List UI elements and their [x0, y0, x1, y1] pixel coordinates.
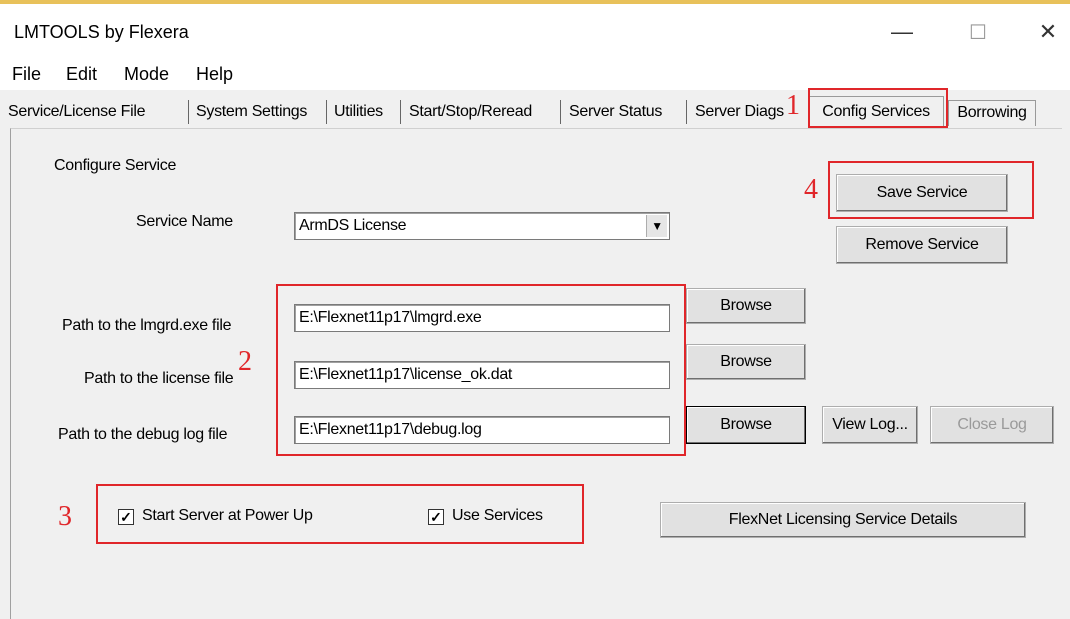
remove-service-button[interactable]: Remove Service [836, 226, 1008, 264]
flexnet-service-details-button[interactable]: FlexNet Licensing Service Details [660, 502, 1026, 538]
lmgrd-path-label: Path to the lmgrd.exe file [62, 317, 232, 334]
tab-separator [560, 100, 561, 124]
annotation-number-3: 3 [58, 501, 72, 532]
service-name-value: ArmDS License [299, 217, 407, 234]
menu-edit[interactable]: Edit [66, 64, 97, 85]
tab-server-diags[interactable]: Server Diags [695, 98, 784, 126]
browse-lmgrd-button[interactable]: Browse [686, 288, 806, 324]
view-log-button[interactable]: View Log... [822, 406, 918, 444]
license-path-label: Path to the license file [84, 370, 234, 387]
tab-service-license-file[interactable]: Service/License File [8, 98, 145, 126]
tab-separator [400, 100, 401, 124]
lmtools-window: LMTOOLS by Flexera — ☐ ✕ File Edit Mode … [0, 0, 1070, 619]
tab-utilities[interactable]: Utilities [334, 98, 383, 126]
annotation-number-2: 2 [238, 346, 252, 377]
tab-system-settings[interactable]: System Settings [196, 98, 307, 126]
annotation-box-2 [276, 284, 686, 456]
menu-bar: File Edit Mode Help [0, 58, 1070, 90]
minimize-icon[interactable]: — [880, 10, 924, 54]
annotation-number-4: 4 [804, 174, 818, 205]
menu-help[interactable]: Help [196, 64, 233, 85]
annotation-box-1 [808, 88, 948, 128]
tab-borrowing[interactable]: Borrowing [948, 100, 1036, 126]
annotation-number-1: 1 [786, 90, 800, 121]
debug-log-path-label: Path to the debug log file [58, 426, 228, 443]
tab-server-status[interactable]: Server Status [569, 98, 662, 126]
menu-file[interactable]: File [12, 64, 41, 85]
browse-license-button[interactable]: Browse [686, 344, 806, 380]
tab-start-stop-reread[interactable]: Start/Stop/Reread [409, 98, 532, 126]
annotation-box-3 [96, 484, 584, 544]
menu-mode[interactable]: Mode [124, 64, 169, 85]
title-bar: LMTOOLS by Flexera — ☐ ✕ [0, 4, 1070, 58]
tab-separator [188, 100, 189, 124]
annotation-box-4 [828, 161, 1034, 219]
configure-service-label: Configure Service [54, 157, 177, 174]
window-title: LMTOOLS by Flexera [14, 22, 189, 42]
maximize-icon[interactable]: ☐ [956, 10, 1000, 54]
service-name-label: Service Name [136, 213, 233, 230]
chevron-down-icon[interactable]: ▼ [646, 215, 667, 237]
browse-debug-log-button[interactable]: Browse [686, 406, 806, 444]
service-name-select[interactable]: ArmDS License ▼ [294, 212, 670, 240]
tab-separator [686, 100, 687, 124]
tab-separator [326, 100, 327, 124]
close-log-button: Close Log [930, 406, 1054, 444]
close-icon[interactable]: ✕ [1026, 10, 1070, 54]
